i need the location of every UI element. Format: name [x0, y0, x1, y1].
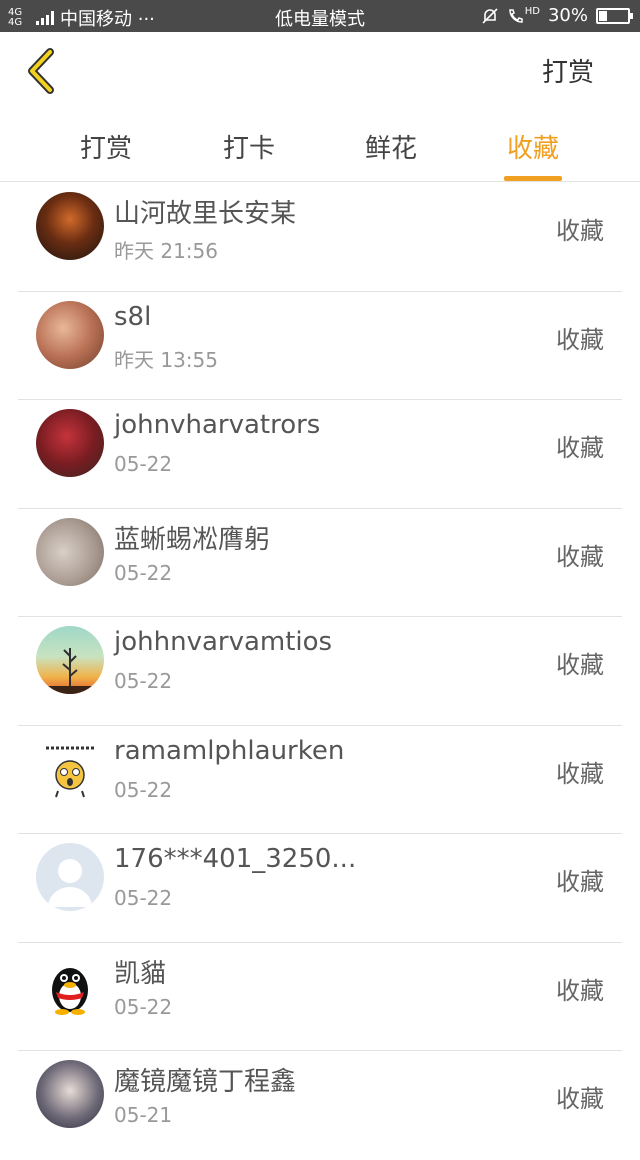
- favorite-button[interactable]: 收藏: [556, 537, 604, 572]
- tree-silhouette-icon: [36, 648, 104, 694]
- tab-checkin[interactable]: 打卡: [199, 128, 299, 165]
- list-item[interactable]: 山河故里长安某 昨天 21:56 收藏: [0, 183, 640, 292]
- hd-indicator: HD: [524, 6, 540, 17]
- list-item[interactable]: 蓝蜥蜴凇膺躬 05-22 收藏: [0, 509, 640, 617]
- avatar[interactable]: [36, 517, 104, 586]
- tab-favorites[interactable]: 收藏: [483, 128, 583, 181]
- favorite-button[interactable]: 收藏: [556, 754, 604, 789]
- avatar[interactable]: [36, 951, 104, 1020]
- active-tab-indicator: [504, 176, 562, 181]
- timestamp: 05-22: [114, 886, 173, 910]
- list-item[interactable]: s8l 昨天 13:55 收藏: [0, 292, 640, 400]
- avatar[interactable]: [36, 734, 104, 803]
- user-name: 山河故里长安某: [114, 199, 297, 229]
- avatar[interactable]: [36, 409, 104, 477]
- list-item[interactable]: johhnvarvamtios 05-22 收藏: [0, 617, 640, 726]
- default-user-icon: [48, 859, 92, 907]
- timestamp: 05-22: [114, 452, 173, 476]
- tab-label: 鲜花: [364, 134, 417, 164]
- phone-icon: [508, 8, 523, 23]
- favorite-button[interactable]: 收藏: [556, 1079, 604, 1114]
- back-arrow-icon[interactable]: [22, 46, 62, 96]
- timestamp: 05-22: [114, 669, 173, 693]
- header: 打赏: [0, 32, 640, 110]
- tab-label: 收藏: [506, 134, 559, 164]
- tab-flowers[interactable]: 鲜花: [341, 128, 441, 165]
- avatar[interactable]: [36, 843, 104, 911]
- favorite-button[interactable]: 收藏: [556, 645, 604, 680]
- timestamp: 05-21: [114, 1103, 173, 1127]
- user-name: 176***401_3250...: [114, 844, 357, 874]
- list-item[interactable]: 魔镜魔镜丁程鑫 05-21 收藏: [0, 1051, 640, 1160]
- timestamp: 05-22: [114, 777, 173, 802]
- user-name: 凯貓: [114, 958, 167, 989]
- avatar[interactable]: [36, 1060, 104, 1128]
- avatar[interactable]: [36, 300, 104, 369]
- favorites-list: 山河故里长安某 昨天 21:56 收藏 s8l 昨天 13:55 收藏 john…: [0, 183, 640, 1160]
- timestamp: 昨天 21:56: [114, 239, 218, 263]
- favorite-button[interactable]: 收藏: [556, 211, 604, 246]
- list-item[interactable]: 凯貓 05-22 收藏: [0, 943, 640, 1051]
- tab-label: 打卡: [222, 134, 275, 164]
- timestamp: 05-22: [114, 560, 173, 585]
- user-name: ramamlphlaurken: [114, 735, 345, 766]
- battery-percent: 30%: [547, 5, 588, 26]
- user-name: 魔镜魔镜丁程鑫: [114, 1067, 297, 1097]
- avatar[interactable]: [36, 626, 104, 694]
- favorite-button[interactable]: 收藏: [556, 320, 604, 355]
- user-name: johhnvarvamtios: [114, 627, 333, 657]
- tab-label: 打赏: [79, 134, 132, 164]
- shocked-emoji-icon: [44, 742, 96, 797]
- timestamp: 05-22: [114, 994, 173, 1019]
- user-name: johnvharvatrors: [114, 410, 321, 440]
- mute-bell-icon: [482, 7, 498, 24]
- user-name: 蓝蜥蜴凇膺躬: [114, 524, 271, 555]
- favorite-button[interactable]: 收藏: [556, 971, 604, 1006]
- list-item[interactable]: 176***401_3250... 05-22 收藏: [0, 834, 640, 943]
- favorite-button[interactable]: 收藏: [556, 428, 604, 463]
- timestamp: 昨天 13:55: [114, 347, 218, 372]
- avatar[interactable]: [36, 192, 104, 260]
- favorite-button[interactable]: 收藏: [556, 862, 604, 897]
- status-bar: 4G 4G 中国移动 ··· 低电量模式 HD 30%: [0, 0, 640, 32]
- battery-icon: [596, 7, 633, 24]
- user-name: s8l: [114, 301, 152, 332]
- tab-reward[interactable]: 打赏: [56, 128, 156, 165]
- list-item[interactable]: johnvharvatrors 05-22 收藏: [0, 400, 640, 509]
- list-item[interactable]: ramamlphlaurken 05-22 收藏: [0, 726, 640, 834]
- tab-bar: 打赏 打卡 鲜花 收藏: [0, 110, 640, 182]
- reward-button[interactable]: 打赏: [542, 52, 594, 89]
- penguin-icon: [52, 967, 88, 1015]
